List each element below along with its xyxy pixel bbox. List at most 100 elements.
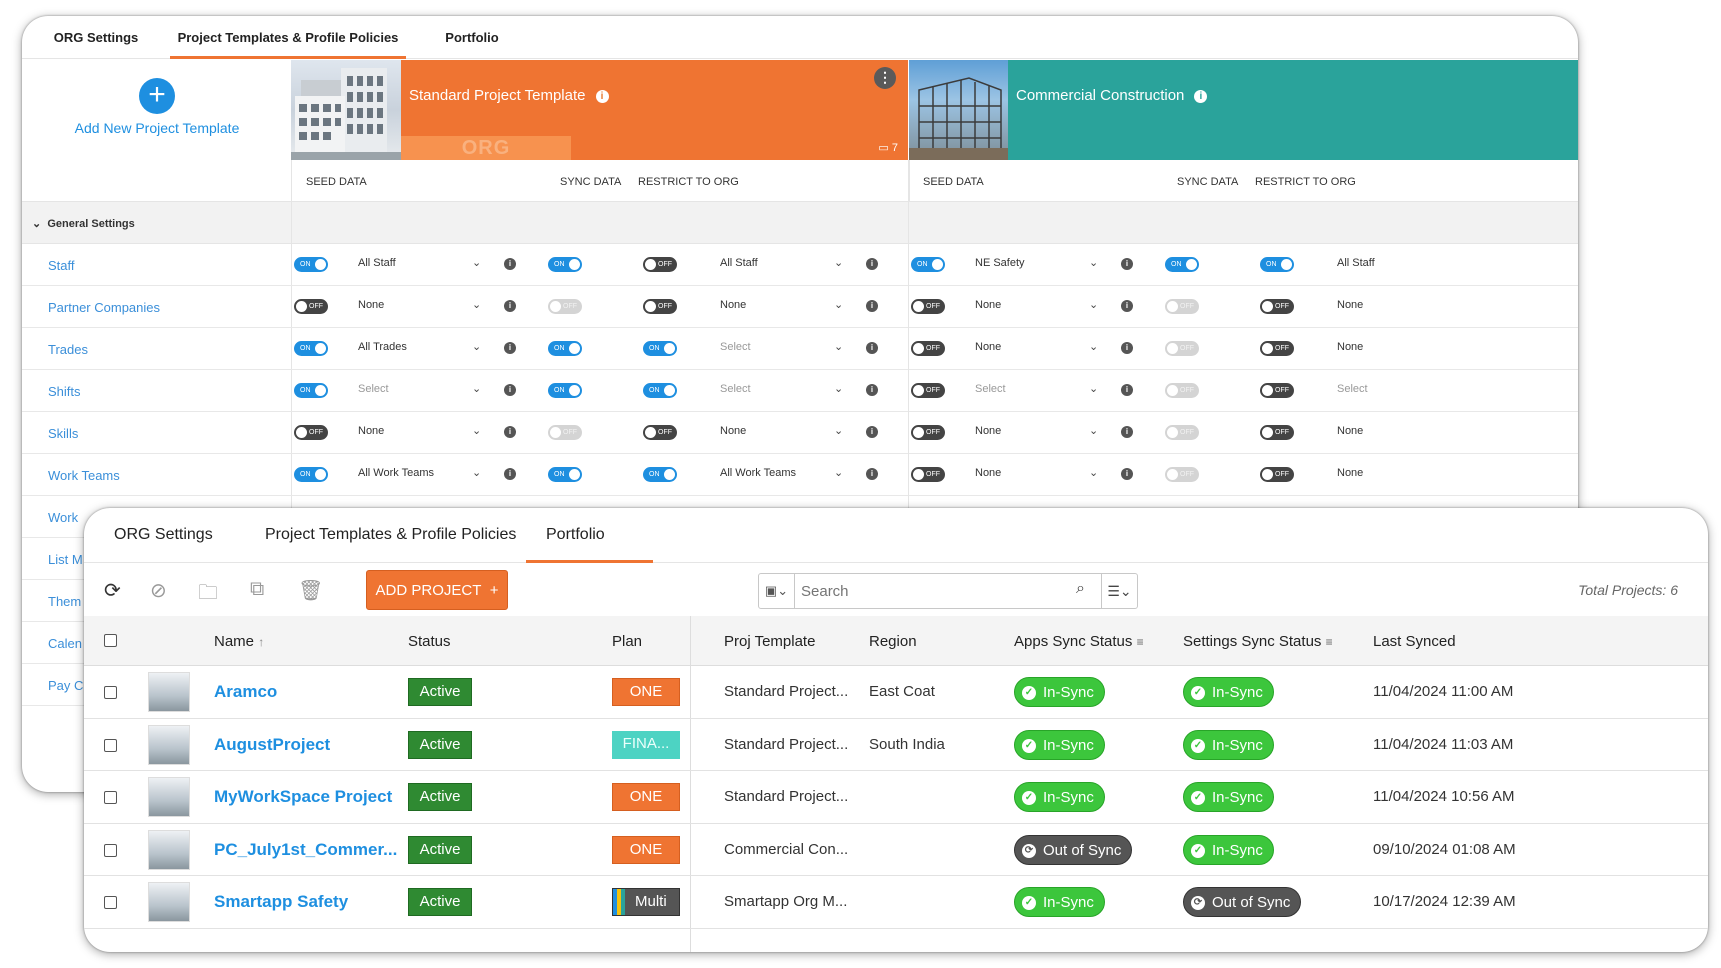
info-icon[interactable]: i <box>504 384 516 396</box>
col-proj-template[interactable]: Proj Template <box>724 633 815 650</box>
toggle-off[interactable]: OFF <box>911 467 945 482</box>
toggle-on[interactable]: ON <box>1165 257 1199 272</box>
folder-history-icon[interactable]: 🗀 <box>198 578 218 612</box>
row-checkbox[interactable] <box>104 896 117 909</box>
seed-data-dropdown-value[interactable]: Select <box>720 383 751 395</box>
tab-portfolio[interactable]: Portfolio <box>546 526 605 544</box>
toggle-on[interactable]: ON <box>643 467 677 482</box>
col-status[interactable]: Status <box>408 633 451 650</box>
seed-data-dropdown-value[interactable]: None <box>975 425 1001 437</box>
chevron-down-icon[interactable]: ⌄ <box>1089 466 1098 479</box>
info-icon[interactable]: i <box>866 342 878 354</box>
chevron-down-icon[interactable]: ⌄ <box>472 340 481 353</box>
toggle-off[interactable]: OFF <box>1260 467 1294 482</box>
restrict-dropdown-value[interactable]: All Staff <box>1337 257 1375 269</box>
chevron-down-icon[interactable]: ⌄ <box>1089 340 1098 353</box>
toggle-on[interactable]: ON <box>548 383 582 398</box>
trash-icon[interactable]: 🗑 <box>298 578 323 603</box>
chevron-down-icon[interactable]: ⌄ <box>1089 298 1098 311</box>
info-icon[interactable]: i <box>504 342 516 354</box>
table-row[interactable]: Smartapp Safety Active Multi Smartapp Or… <box>84 876 1708 929</box>
toggle-on[interactable]: ON <box>643 341 677 356</box>
seed-data-dropdown-value[interactable]: Select <box>358 383 389 395</box>
info-icon[interactable]: i <box>866 300 878 312</box>
setting-name[interactable]: Skills <box>48 426 78 441</box>
chevron-down-icon[interactable]: ⌄ <box>834 256 843 269</box>
col-name[interactable]: Name ↑ <box>214 633 264 650</box>
info-icon[interactable]: i <box>504 258 516 270</box>
restrict-dropdown-value[interactable]: None <box>1337 467 1363 479</box>
seed-data-dropdown-value[interactable]: Select <box>720 341 751 353</box>
seed-data-dropdown-value[interactable]: All Work Teams <box>358 467 434 479</box>
chevron-down-icon[interactable]: ⌄ <box>472 298 481 311</box>
seed-data-dropdown-value[interactable]: All Staff <box>720 257 758 269</box>
tab-org-settings[interactable]: ORG Settings <box>22 16 170 59</box>
toggle-on[interactable]: ON <box>548 257 582 272</box>
setting-name[interactable]: Pay C <box>48 678 83 693</box>
chevron-down-icon[interactable]: ⌄ <box>472 256 481 269</box>
toggle-on[interactable]: ON <box>548 467 582 482</box>
toggle-off[interactable]: OFF <box>1260 341 1294 356</box>
chevron-down-icon[interactable]: ⌄ <box>834 382 843 395</box>
restrict-dropdown-value[interactable]: None <box>1337 299 1363 311</box>
toggle-off[interactable]: OFF <box>1260 383 1294 398</box>
apps-sync-status-badge[interactable]: ✓ In-Sync <box>1014 782 1105 812</box>
settings-sync-status-badge[interactable]: ✓ In-Sync <box>1183 677 1274 707</box>
setting-name[interactable]: Them <box>48 594 81 609</box>
seed-data-dropdown-value[interactable]: NE Safety <box>975 257 1025 269</box>
table-row[interactable]: Aramco Active ONE Standard Project... Ea… <box>84 666 1708 719</box>
chevron-down-icon[interactable]: ⌄ <box>472 424 481 437</box>
row-checkbox[interactable] <box>104 843 117 857</box>
info-icon[interactable]: i <box>1121 258 1133 270</box>
row-checkbox[interactable] <box>104 738 117 752</box>
toggle-off[interactable]: OFF <box>911 425 945 440</box>
info-icon[interactable]: i <box>1121 300 1133 312</box>
tab-project-templates[interactable]: Project Templates & Profile Policies <box>170 16 406 59</box>
seed-data-dropdown-value[interactable]: None <box>720 425 746 437</box>
info-icon[interactable]: i <box>595 90 609 103</box>
tab-project-templates[interactable]: Project Templates & Profile Policies <box>265 526 516 544</box>
seed-data-dropdown-value[interactable]: None <box>358 425 384 437</box>
project-name-link[interactable]: Aramco <box>214 682 277 702</box>
table-row[interactable]: MyWorkSpace Project Active ONE Standard … <box>84 771 1708 824</box>
toggle-off[interactable]: OFF <box>643 257 677 272</box>
table-row[interactable]: PC_July1st_Commer... Active ONE Commerci… <box>84 824 1708 876</box>
seed-data-dropdown-value[interactable]: Select <box>975 383 1006 395</box>
seed-data-dropdown-value[interactable]: All Staff <box>358 257 396 269</box>
settings-sync-status-badge[interactable]: ✓ In-Sync <box>1183 782 1274 812</box>
info-icon[interactable]: i <box>504 426 516 438</box>
apps-sync-status-badge[interactable]: ⟳ Out of Sync <box>1014 834 1133 865</box>
toggle-off[interactable]: OFF <box>294 299 328 314</box>
info-icon[interactable]: i <box>1121 384 1133 396</box>
search-type-dropdown[interactable]: ▣⌄ <box>759 574 795 608</box>
settings-sync-status-badge[interactable]: ⟳ Out of Sync <box>1183 887 1302 917</box>
toggle-off[interactable]: OFF <box>911 383 945 398</box>
template-card-commercial[interactable]: Commercial Construction i <box>909 60 1578 160</box>
template-card-standard[interactable]: Standard Project Template i ⋮ ORG ▭ 7 <box>291 60 908 160</box>
search-input[interactable] <box>801 580 1071 602</box>
seed-data-dropdown-value[interactable]: None <box>720 299 746 311</box>
info-icon[interactable]: i <box>866 426 878 438</box>
chevron-down-icon[interactable]: ⌄ <box>834 466 843 479</box>
restrict-dropdown-value[interactable]: None <box>1337 341 1363 353</box>
apps-sync-status-badge[interactable]: ✓ In-Sync <box>1014 677 1105 707</box>
setting-name[interactable]: Calen <box>48 636 82 651</box>
info-icon[interactable]: i <box>866 384 878 396</box>
info-icon[interactable]: i <box>866 258 878 270</box>
col-settings-sync-status[interactable]: Settings Sync Status ≡ <box>1183 633 1333 650</box>
toggle-on[interactable]: ON <box>1260 257 1294 272</box>
toggle-on[interactable]: ON <box>294 257 328 272</box>
seed-data-dropdown-value[interactable]: All Trades <box>358 341 407 353</box>
seed-data-dropdown-value[interactable]: None <box>358 299 384 311</box>
setting-name[interactable]: Work Teams <box>48 468 120 483</box>
seed-data-dropdown-value[interactable]: None <box>975 467 1001 479</box>
toggle-off[interactable]: OFF <box>643 425 677 440</box>
chevron-down-icon[interactable]: ⌄ <box>472 466 481 479</box>
toggle-off[interactable]: OFF <box>911 341 945 356</box>
seed-data-dropdown-value[interactable]: None <box>975 341 1001 353</box>
chevron-down-icon[interactable]: ⌄ <box>834 340 843 353</box>
info-icon[interactable]: i <box>504 300 516 312</box>
toggle-off[interactable]: OFF <box>1260 299 1294 314</box>
select-all-checkbox[interactable] <box>104 634 117 647</box>
filter-icon[interactable]: ≡ <box>1137 635 1144 649</box>
